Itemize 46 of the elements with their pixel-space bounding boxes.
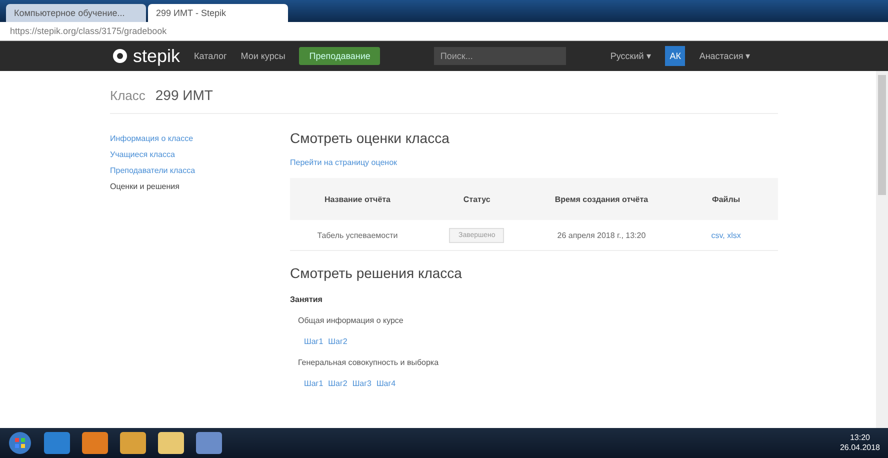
taskbar-app-icon[interactable] <box>196 432 222 454</box>
scrollbar[interactable] <box>876 71 888 428</box>
gradebook-link[interactable]: Перейти на страницу оценок <box>290 158 398 167</box>
sidebar-item[interactable]: Учащиеся класса <box>110 150 260 159</box>
step-link[interactable]: Шаг3 <box>352 379 372 388</box>
files-link[interactable]: csv, xlsx <box>711 230 741 240</box>
browser-tab[interactable]: 299 ИМТ - Stepik <box>148 4 288 22</box>
language-menu[interactable]: Русский ▾ <box>610 51 652 61</box>
start-icon[interactable] <box>8 431 32 455</box>
address-bar[interactable]: https://stepik.org/class/3175/gradebook <box>10 26 167 36</box>
sidebar-item[interactable]: Преподаватели класса <box>110 166 260 175</box>
clock-time: 13:20 <box>848 433 871 443</box>
section-title: Смотреть оценки класса <box>290 130 450 146</box>
lessons-heading: Занятия <box>290 295 324 304</box>
lesson-title: Генеральная совокупность и выборка <box>297 358 440 367</box>
step-link[interactable]: Шаг2 <box>328 337 348 346</box>
step-link[interactable]: Шаг2 <box>328 379 348 388</box>
taskbar-app-icon[interactable] <box>120 432 146 454</box>
section-title: Смотреть решения класса <box>290 265 463 281</box>
table-cell: 26 апреля 2018 г., 13:20 <box>528 220 674 251</box>
nav-link[interactable]: Мои курсы <box>240 51 286 61</box>
search-field[interactable]: Поиск... <box>434 47 566 65</box>
header-label: Класс <box>110 88 146 103</box>
sidebar-item[interactable]: Информация о классе <box>110 134 260 143</box>
lesson-title: Общая информация о курсе <box>297 316 404 325</box>
step-link[interactable]: Шаг1 <box>304 379 324 388</box>
column-header: Файлы <box>674 178 778 220</box>
table-cell: Табель успеваемости <box>290 220 425 251</box>
browser-tab[interactable]: Компьютерное обучение... <box>6 4 146 22</box>
user-menu[interactable]: Анастасия ▾ <box>699 51 751 61</box>
step-link[interactable]: Шаг4 <box>376 379 396 388</box>
clock-date: 26.04.2018 <box>840 443 880 453</box>
teach-button[interactable]: Преподавание <box>299 47 380 65</box>
sidebar-item[interactable]: Оценки и решения <box>110 182 260 191</box>
column-header: Время создания отчёта <box>528 178 674 220</box>
column-header: Название отчёта <box>290 178 425 220</box>
taskbar-app-icon[interactable] <box>44 432 70 454</box>
logo-text[interactable]: stepik <box>133 46 180 66</box>
class-name: 299 ИМТ <box>155 87 213 103</box>
nav-link[interactable]: Каталог <box>194 51 227 61</box>
taskbar-app-icon[interactable] <box>82 432 108 454</box>
avatar[interactable]: АК <box>665 46 686 66</box>
column-header: Статус <box>424 178 529 220</box>
step-link[interactable]: Шаг1 <box>304 337 324 346</box>
logo-icon <box>112 48 128 64</box>
taskbar-app-icon[interactable] <box>158 432 184 454</box>
